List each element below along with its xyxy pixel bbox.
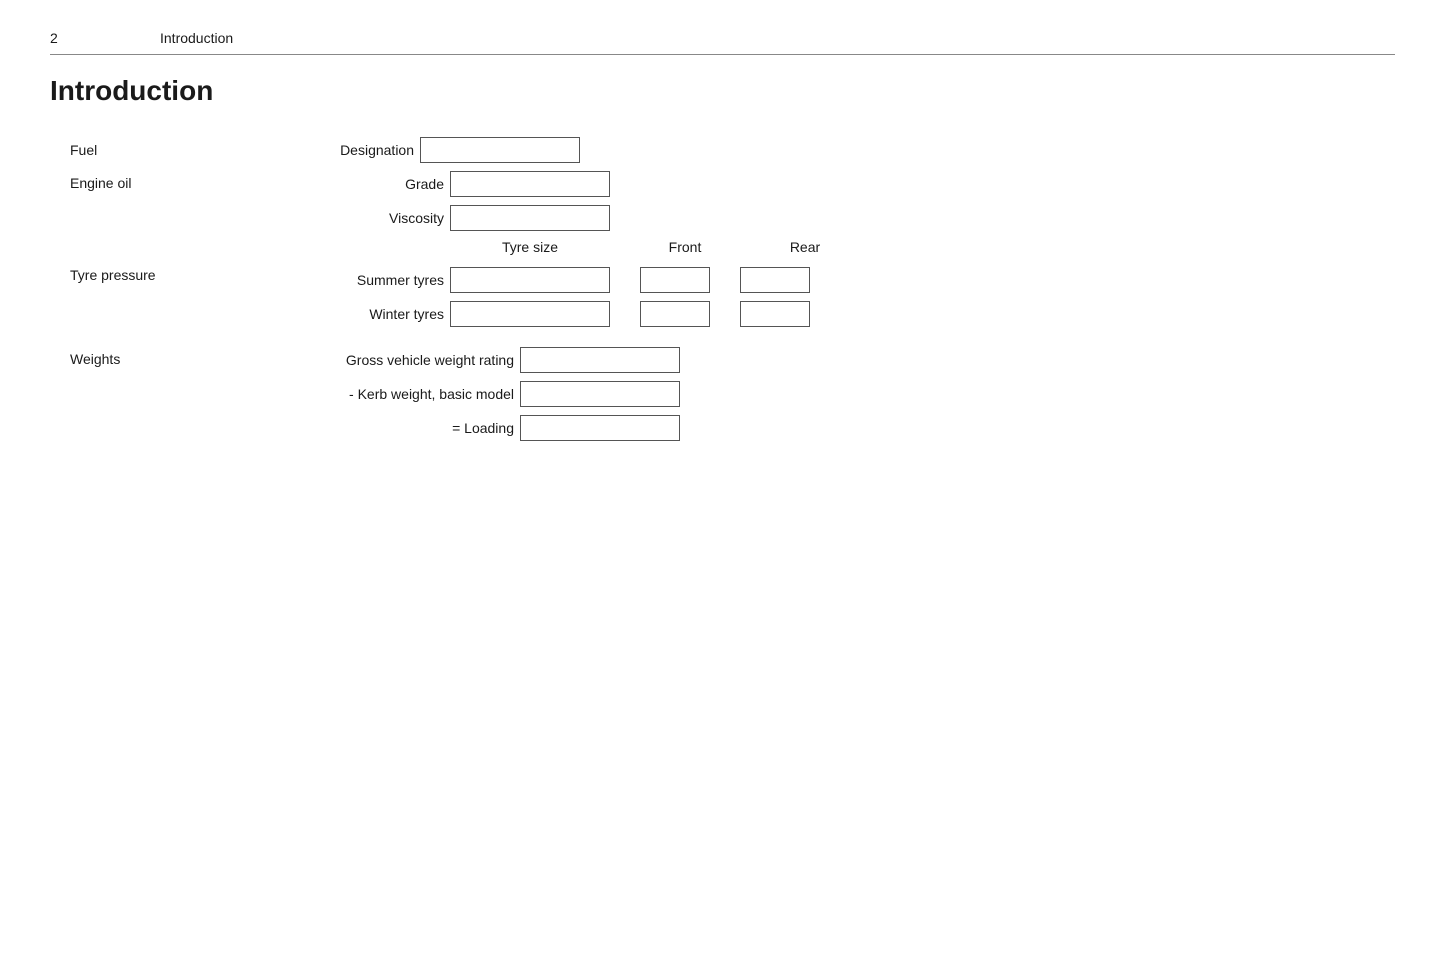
grade-input[interactable] (450, 171, 610, 197)
kerb-weight-input[interactable] (520, 381, 680, 407)
engine-oil-fields: Grade Viscosity (290, 171, 610, 231)
gross-vehicle-weight-input[interactable] (520, 347, 680, 373)
winter-tyre-size-input[interactable] (450, 301, 610, 327)
engine-oil-section-label: Engine oil (70, 171, 290, 191)
summer-tyres-row: Summer tyres (290, 267, 850, 293)
page-title: Introduction (50, 75, 1395, 107)
header-title: Introduction (160, 30, 233, 46)
content-area: Fuel Designation Engine oil Grade Viscos… (50, 137, 1395, 441)
fuel-section: Fuel Designation (70, 137, 1395, 163)
page-number: 2 (50, 30, 130, 46)
summer-front-input[interactable] (640, 267, 710, 293)
page-container: 2 Introduction Introduction Fuel Designa… (0, 0, 1445, 491)
weights-fields: Gross vehicle weight rating - Kerb weigh… (290, 347, 680, 441)
front-header: Front (640, 239, 730, 255)
weights-section: Weights Gross vehicle weight rating - Ke… (70, 347, 1395, 441)
grade-label: Grade (290, 176, 450, 192)
gross-vehicle-weight-row: Gross vehicle weight rating (290, 347, 680, 373)
rear-header: Rear (760, 239, 850, 255)
tyre-size-header: Tyre size (450, 239, 610, 255)
grade-row: Grade (290, 171, 610, 197)
tyre-pressure-section: Tyre pressure Tyre size Front Rear Summe… (70, 239, 1395, 327)
summer-tyres-label: Summer tyres (290, 272, 450, 288)
viscosity-input[interactable] (450, 205, 610, 231)
weights-section-label: Weights (70, 347, 290, 367)
tyre-pressure-label: Tyre pressure (70, 239, 290, 283)
loading-label: = Loading (290, 420, 520, 436)
summer-rear-input[interactable] (740, 267, 810, 293)
gross-vehicle-weight-label: Gross vehicle weight rating (290, 352, 520, 368)
tyre-header-row: Tyre size Front Rear (290, 239, 850, 255)
fuel-section-label: Fuel (70, 142, 290, 158)
tyre-fields: Tyre size Front Rear Summer tyres Winter… (290, 239, 850, 327)
winter-tyres-row: Winter tyres (290, 301, 850, 327)
loading-row: = Loading (290, 415, 680, 441)
winter-rear-input[interactable] (740, 301, 810, 327)
winter-front-input[interactable] (640, 301, 710, 327)
winter-tyres-label: Winter tyres (290, 306, 450, 322)
viscosity-label: Viscosity (290, 210, 450, 226)
kerb-weight-label: - Kerb weight, basic model (290, 386, 520, 402)
designation-label: Designation (290, 142, 420, 158)
viscosity-row: Viscosity (290, 205, 610, 231)
engine-oil-section: Engine oil Grade Viscosity (70, 171, 1395, 231)
kerb-weight-row: - Kerb weight, basic model (290, 381, 680, 407)
page-header: 2 Introduction (50, 30, 1395, 55)
designation-input[interactable] (420, 137, 580, 163)
summer-tyre-size-input[interactable] (450, 267, 610, 293)
loading-input[interactable] (520, 415, 680, 441)
